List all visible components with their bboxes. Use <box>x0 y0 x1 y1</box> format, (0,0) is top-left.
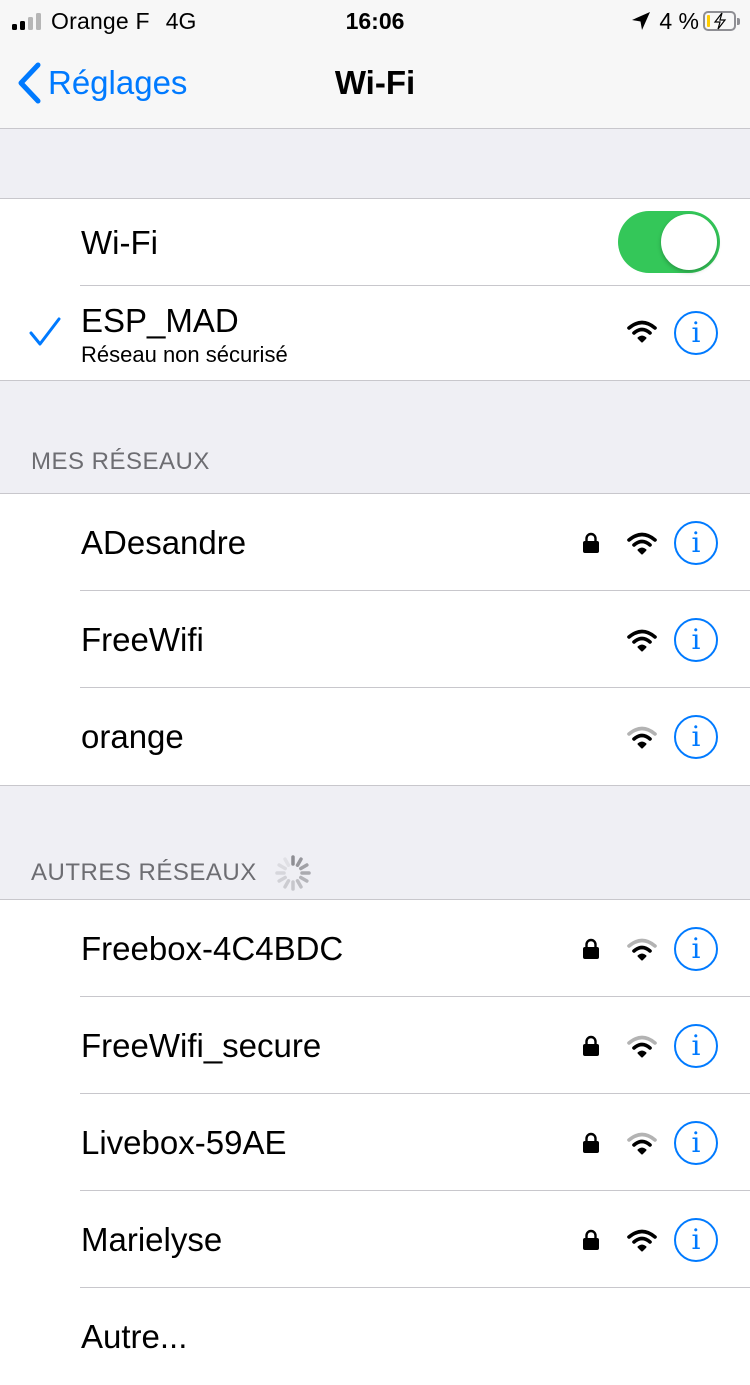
lock-icon <box>583 1035 599 1056</box>
network-row[interactable]: Livebox-59AE i <box>0 1094 750 1191</box>
other-network-label: Autre... <box>81 1318 188 1355</box>
lock-icon <box>583 938 599 959</box>
network-row[interactable]: Marielyse i <box>0 1191 750 1288</box>
other-networks-group: Freebox-4C4BDC i FreeWifi_secure i Liveb… <box>0 899 750 1385</box>
loading-spinner-icon <box>274 855 311 891</box>
section-header-other-networks: AUTRES RÉSEAUX <box>31 853 313 893</box>
wifi-signal-strong-icon <box>627 532 657 555</box>
wifi-toggle-label: Wi-Fi <box>81 224 158 261</box>
location-arrow-icon <box>632 12 651 30</box>
page-title: Wi-Fi <box>334 64 416 101</box>
info-button[interactable]: i <box>674 618 718 662</box>
network-row[interactable]: FreeWifi_secure i <box>0 997 750 1094</box>
status-right: 4 % <box>631 6 740 36</box>
wifi-main-group: Wi-Fi ESP_MAD Réseau non sécurisé i <box>0 198 750 381</box>
lock-icon <box>583 1132 599 1153</box>
info-button[interactable]: i <box>674 927 718 971</box>
section-header-other-networks-label: AUTRES RÉSEAUX <box>31 859 257 886</box>
wifi-signal-weak-icon <box>627 1132 657 1155</box>
status-bar: Orange F 4G 16:06 4 % <box>0 0 750 42</box>
network-row[interactable]: ADesandre i <box>0 494 750 591</box>
wifi-signal-strong-icon <box>627 629 657 652</box>
wifi-signal-weak-icon <box>627 938 657 961</box>
info-button[interactable]: i <box>674 311 718 355</box>
wifi-signal-strong-icon <box>627 1229 657 1252</box>
connected-network-name: ESP_MAD <box>81 302 239 339</box>
network-name: ADesandre <box>81 524 247 561</box>
wifi-toggle-row: Wi-Fi <box>0 199 750 286</box>
section-header-my-networks: MES RÉSEAUX <box>31 448 210 475</box>
connected-network-row[interactable]: ESP_MAD Réseau non sécurisé i <box>0 286 750 380</box>
network-name: FreeWifi <box>81 621 204 658</box>
info-button[interactable]: i <box>674 521 718 565</box>
checkmark-icon <box>29 317 61 346</box>
wifi-signal-weak-icon <box>627 726 657 749</box>
network-row[interactable]: orange i <box>0 688 750 785</box>
battery-percent: 4 % <box>659 7 699 34</box>
wifi-toggle-switch[interactable] <box>618 211 720 273</box>
battery-icon <box>703 11 740 31</box>
wifi-signal-weak-icon <box>627 1035 657 1058</box>
network-name: orange <box>81 718 184 755</box>
network-row[interactable]: FreeWifi i <box>0 591 750 688</box>
my-networks-group: ADesandre i FreeWifi i orange i <box>0 493 750 786</box>
info-button[interactable]: i <box>674 1218 718 1262</box>
navigation-bar: Réglages Wi-Fi <box>0 42 750 129</box>
network-name: Marielyse <box>81 1221 223 1258</box>
wifi-signal-strong-icon <box>627 320 657 343</box>
connected-network-security: Réseau non sécurisé <box>81 342 288 367</box>
network-name: Freebox-4C4BDC <box>81 930 344 967</box>
network-name: FreeWifi_secure <box>81 1027 322 1064</box>
other-network-row[interactable]: Autre... <box>0 1288 750 1385</box>
info-button[interactable]: i <box>674 1121 718 1165</box>
network-row[interactable]: Freebox-4C4BDC i <box>0 900 750 997</box>
info-button[interactable]: i <box>674 1024 718 1068</box>
lock-icon <box>583 532 599 553</box>
lock-icon <box>583 1229 599 1250</box>
info-button[interactable]: i <box>674 715 718 759</box>
network-name: Livebox-59AE <box>81 1124 287 1161</box>
